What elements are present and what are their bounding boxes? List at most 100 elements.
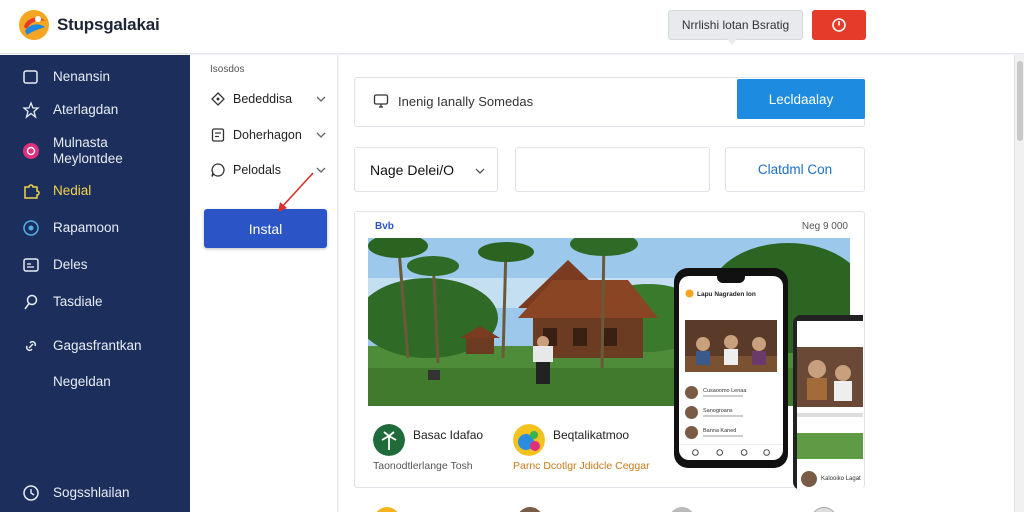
app-card-2-subtitle: Parnc Dcotlgr Jdidcle Ceggar <box>513 460 650 472</box>
sidebar-item-5[interactable]: Deles <box>0 247 190 283</box>
text-input[interactable] <box>515 147 710 192</box>
sidebar-item-label: Nedial <box>53 183 92 198</box>
phone-list-row: Banna Kaned <box>685 424 777 442</box>
sidebar-item-3[interactable]: Nedial <box>0 173 190 209</box>
diamond-icon <box>211 92 225 106</box>
pin-icon <box>24 294 38 310</box>
monitor-icon <box>373 94 389 108</box>
palm-app-icon <box>373 424 405 456</box>
app-card-1-subtitle: Taonodtlerlange Tosh <box>373 460 473 472</box>
scrollbar-thumb[interactable] <box>1017 61 1023 141</box>
submenu-title: Isosdos <box>210 64 245 75</box>
sidebar-item-1[interactable]: Aterlagdan <box>0 92 190 128</box>
thumbnail[interactable] <box>517 507 543 512</box>
target-icon <box>23 220 39 236</box>
vertical-scrollbar[interactable] <box>1014 55 1024 512</box>
primary-action-button[interactable]: Lecldaalay <box>737 79 865 119</box>
chat-icon <box>211 163 225 177</box>
thumbnail[interactable] <box>669 507 695 512</box>
sidebar-item-label: Aterlagdan <box>53 102 119 117</box>
phone-nav-bar <box>679 444 783 456</box>
primary-action-label: Lecldaalay <box>768 91 834 107</box>
preview-card: Bvb Neg 9 000 Basac Idafao Taonodtlerlan… <box>354 211 865 488</box>
phone-notch <box>717 276 745 283</box>
sidebar: Nenansin Aterlagdan Mulnasta Meylontdee … <box>0 55 190 512</box>
preview-tag: Bvb <box>375 221 394 232</box>
sidebar-footer-item[interactable]: Sogsshlailan <box>0 475 190 511</box>
avatar <box>685 426 698 439</box>
notify-button-label: Nrrlishi lotan Bsratig <box>681 18 790 32</box>
app-card-2-name: Beqtalikatmoo <box>553 428 630 442</box>
submenu-item-label: Bededdisa <box>233 92 293 106</box>
app-name: Stupsgalakai <box>57 15 160 34</box>
preview-meta: Neg 9 000 <box>801 221 848 232</box>
sidebar-item-6[interactable]: Tasdiale <box>0 284 190 320</box>
chevron-down-icon <box>316 96 326 102</box>
avatar <box>685 386 698 399</box>
clock-icon <box>23 485 39 501</box>
filter-select-value: Nage Delei/O <box>370 162 455 178</box>
avatar <box>801 471 817 487</box>
app-logo-icon[interactable] <box>18 9 50 41</box>
card-icon <box>23 258 39 272</box>
submenu-item-0[interactable]: Bededdisa <box>190 84 338 114</box>
phone-row-line <box>703 415 743 417</box>
filter-select[interactable]: Nage Delei/O <box>354 147 498 192</box>
tablet-mockup: Kalooiko Lagat <box>793 315 863 490</box>
tablet-screen: Kalooiko Lagat <box>797 321 863 490</box>
sidebar-item-2[interactable]: Mulnasta Meylontdee <box>0 130 190 172</box>
sidebar-item-7[interactable]: Gagasfrantkan <box>0 328 190 364</box>
sidebar-item-label: Nenansin <box>53 69 111 84</box>
phone-row-label: Cusaoomo Lenaa <box>703 388 747 394</box>
outline-button[interactable]: Clatdml Con <box>725 147 865 192</box>
sidebar-footer-label: Sogsshlailan <box>53 485 130 500</box>
link-icon <box>25 340 37 352</box>
sidebar-item-label: Gagasfrantkan <box>53 338 142 353</box>
notify-button[interactable]: Nrrlishi lotan Bsratig <box>668 10 803 45</box>
sidebar-item-label: Negeldan <box>53 374 111 389</box>
phone-logo-icon <box>685 289 694 298</box>
sidebar-item-8[interactable]: Negeldan <box>0 364 190 400</box>
phone-row-line <box>703 435 743 437</box>
sidebar-item-label: Mulnasta Meylontdee <box>53 135 123 166</box>
power-button[interactable] <box>812 10 866 40</box>
submenu-item-1[interactable]: Doherhagon <box>190 120 338 150</box>
sidebar-item-0[interactable]: Nenansin <box>0 59 190 95</box>
thumbnail[interactable] <box>374 507 400 512</box>
doc-icon <box>211 128 225 142</box>
colorful-app-icon <box>513 424 545 456</box>
submenu-item-label: Doherhagon <box>233 128 302 142</box>
app-card-1-name: Basac Idafao <box>413 428 484 442</box>
install-button-label: Instal <box>248 220 283 237</box>
app-window: Stupsgalakai Nrrlishi lotan Bsratig Nena… <box>0 0 1024 512</box>
pink-badge-icon <box>23 143 39 159</box>
phone-list-row: Cusaoomo Lenaa <box>685 384 777 402</box>
submenu-panel: Isosdos Bededdisa Doherhagon Pelodals In… <box>190 55 338 512</box>
square-icon <box>23 70 38 84</box>
chevron-down-icon <box>475 168 485 174</box>
tablet-photos <box>797 347 863 459</box>
avatar <box>685 406 698 419</box>
tablet-caption: Kalooiko Lagat <box>821 476 861 482</box>
sidebar-item-label: Deles <box>53 257 88 272</box>
pointer-arrow-icon <box>278 172 314 212</box>
bottom-thumbnails <box>339 505 1024 512</box>
search-text: Inenig Ianally Somedas <box>398 94 534 109</box>
submenu-item-label: Pelodals <box>233 163 281 177</box>
top-header: Stupsgalakai Nrrlishi lotan Bsratig <box>0 0 1024 54</box>
power-icon <box>832 18 846 32</box>
phone-list-row: Sanogroans <box>685 404 777 422</box>
thumbnail[interactable] <box>811 507 837 512</box>
phone-title: Lapu Nagraden Ion <box>697 291 756 298</box>
phone-photo <box>685 320 777 372</box>
phone-screen: Lapu Nagraden Ion Cusaoomo Lenaa Sanogro… <box>679 276 783 460</box>
phone-row-label: Sanogroans <box>703 408 733 414</box>
phone-mockup: Lapu Nagraden Ion Cusaoomo Lenaa Sanogro… <box>674 268 788 468</box>
sidebar-item-4[interactable]: Rapamoon <box>0 210 190 246</box>
phone-row-label: Banna Kaned <box>703 428 737 434</box>
puzzle-icon <box>24 184 40 199</box>
star-icon <box>22 101 40 119</box>
phone-row-line <box>703 395 743 397</box>
outline-button-label: Clatdml Con <box>757 162 833 177</box>
sidebar-item-label: Tasdiale <box>53 294 103 309</box>
